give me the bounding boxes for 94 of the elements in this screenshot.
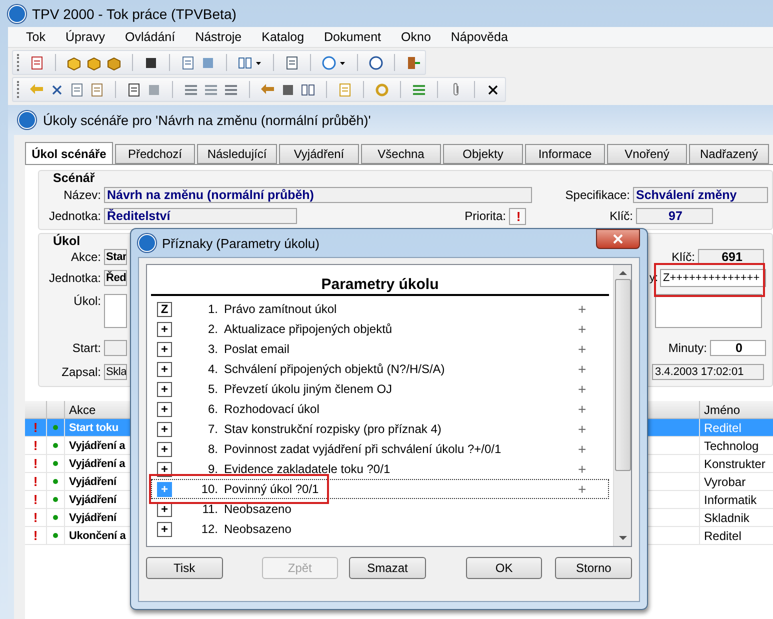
scroll-up-icon[interactable]: [618, 269, 626, 277]
status-dot-icon: [53, 443, 58, 448]
tab[interactable]: Úkol scénáře: [25, 142, 113, 164]
parameter-row[interactable]: + 4. Schválení připojených objektů (N?/H/S/A) +: [151, 359, 609, 379]
menu-item[interactable]: Úpravy: [55, 30, 116, 44]
parameter-row[interactable]: + 2. Aktualizace připojených objektů +: [151, 319, 609, 339]
menu-item[interactable]: Nápověda: [440, 30, 518, 44]
menu-item[interactable]: Dokument: [314, 30, 392, 44]
app-icon: [8, 4, 26, 22]
date-field[interactable]: 3.4.2003 17:02:01: [652, 364, 764, 380]
task-text-area[interactable]: [104, 294, 127, 328]
parameter-row[interactable]: + 3. Poslat email +: [151, 339, 609, 359]
field-label: Název:: [62, 188, 102, 202]
copy-icon[interactable]: [69, 82, 85, 98]
tab[interactable]: Vnořený: [607, 144, 687, 164]
field-label: Start:: [71, 341, 102, 355]
field-label: Jednotka:: [48, 271, 102, 285]
menu-item[interactable]: Tok: [16, 30, 56, 44]
name-field[interactable]: Návrh na změnu (normální průběh): [104, 187, 532, 203]
dialog-title: Příznaky (Parametry úkolu): [162, 236, 320, 250]
box-icon[interactable]: [86, 54, 102, 70]
box-icon[interactable]: [106, 54, 122, 70]
menu-item[interactable]: Okno: [391, 30, 441, 44]
scrollbar[interactable]: [613, 265, 631, 546]
status-dot-icon: [53, 479, 58, 484]
parameter-row[interactable]: + 5. Převzetí úkolu jiným členem OJ +: [151, 379, 609, 399]
column-header[interactable]: Jméno: [700, 401, 773, 419]
flags-field[interactable]: Z++++++++++++++: [660, 269, 766, 287]
parameter-row[interactable]: + 6. Rozhodovací úkol +: [151, 399, 609, 419]
status-dot-icon: [53, 497, 58, 502]
specification-field[interactable]: Schválení změny: [633, 187, 768, 203]
tab[interactable]: Předchozí: [115, 144, 195, 164]
dialog-button[interactable]: Smazat: [349, 557, 426, 579]
key-field[interactable]: 97: [636, 208, 713, 224]
field-label: Zapsal:: [60, 365, 102, 379]
field-label: Jednotka:: [48, 209, 102, 223]
table-cell: !: [25, 491, 47, 509]
document-title: Úkoly scénáře pro 'Návrh na změnu (normální průběh)': [43, 112, 371, 128]
tab[interactable]: Následující: [197, 144, 277, 164]
field-label: Akce:: [70, 250, 102, 264]
dialog-button[interactable]: Storno: [555, 557, 632, 579]
group-title: Úkol: [53, 234, 80, 248]
preview-icon[interactable]: [180, 54, 196, 70]
unit-field[interactable]: Ředitelství: [104, 208, 297, 224]
menu-item[interactable]: Nástroje: [185, 30, 252, 44]
app-icon: [138, 234, 156, 252]
tab[interactable]: Všechna: [361, 144, 441, 164]
close-icon: [613, 234, 623, 244]
menu-item[interactable]: Katalog: [252, 30, 314, 44]
parameter-row[interactable]: Z 1. Právo zamítnout úkol +: [151, 299, 609, 319]
parameter-row[interactable]: + 7. Stav konstrukční rozpisky (pro příznak 4) +: [151, 419, 609, 439]
group-title: Scénář: [53, 171, 95, 185]
minutes-field[interactable]: 0: [710, 340, 766, 356]
list-title: Parametry úkolu: [151, 265, 609, 296]
properties-icon[interactable]: [284, 54, 300, 70]
action-field[interactable]: Star: [104, 249, 127, 265]
table-cell: !: [25, 473, 47, 491]
app-icon: [18, 111, 36, 129]
note-icon[interactable]: [337, 82, 353, 98]
edit-icon[interactable]: [126, 82, 142, 98]
unit-field[interactable]: Řed: [104, 270, 127, 286]
table-cell: !: [25, 509, 47, 527]
status-dot-icon: [53, 533, 58, 538]
table-cell: !: [25, 437, 47, 455]
window-title: TPV 2000 - Tok práce (TPVBeta): [32, 6, 236, 22]
field-label: Minuty:: [667, 341, 708, 355]
text-area[interactable]: [655, 294, 762, 328]
menu-item[interactable]: Ovládání: [115, 30, 186, 44]
table-cell: !: [25, 419, 47, 437]
field-label: Klíč:: [608, 209, 634, 223]
scroll-down-icon[interactable]: [618, 534, 626, 542]
table-cell: !: [25, 527, 47, 545]
tab[interactable]: Informace: [525, 144, 605, 164]
dialog-button[interactable]: OK: [466, 557, 542, 579]
dialog-button[interactable]: Tisk: [146, 557, 223, 579]
tab[interactable]: Nadřazený: [689, 144, 769, 164]
field-label: Specifikace:: [564, 188, 631, 202]
tab[interactable]: Vyjádření: [279, 144, 359, 164]
columns-icon[interactable]: [237, 54, 263, 70]
field-label: Klíč:: [670, 250, 696, 264]
status-dot-icon: [53, 515, 58, 520]
table-cell: !: [25, 455, 47, 473]
table-cell: Reditel: [700, 419, 773, 437]
box-icon[interactable]: [66, 54, 82, 70]
field-label: Úkol:: [72, 294, 102, 308]
status-dot-icon: [53, 461, 58, 466]
field-label: Priorita:: [464, 209, 507, 223]
priority-field[interactable]: !: [509, 208, 526, 224]
paste-icon[interactable]: [89, 82, 105, 98]
close-button[interactable]: [596, 229, 640, 249]
tab[interactable]: Objekty: [443, 144, 523, 164]
exit-icon[interactable]: [405, 54, 421, 70]
start-field[interactable]: [104, 340, 127, 356]
status-dot-icon: [53, 425, 58, 430]
